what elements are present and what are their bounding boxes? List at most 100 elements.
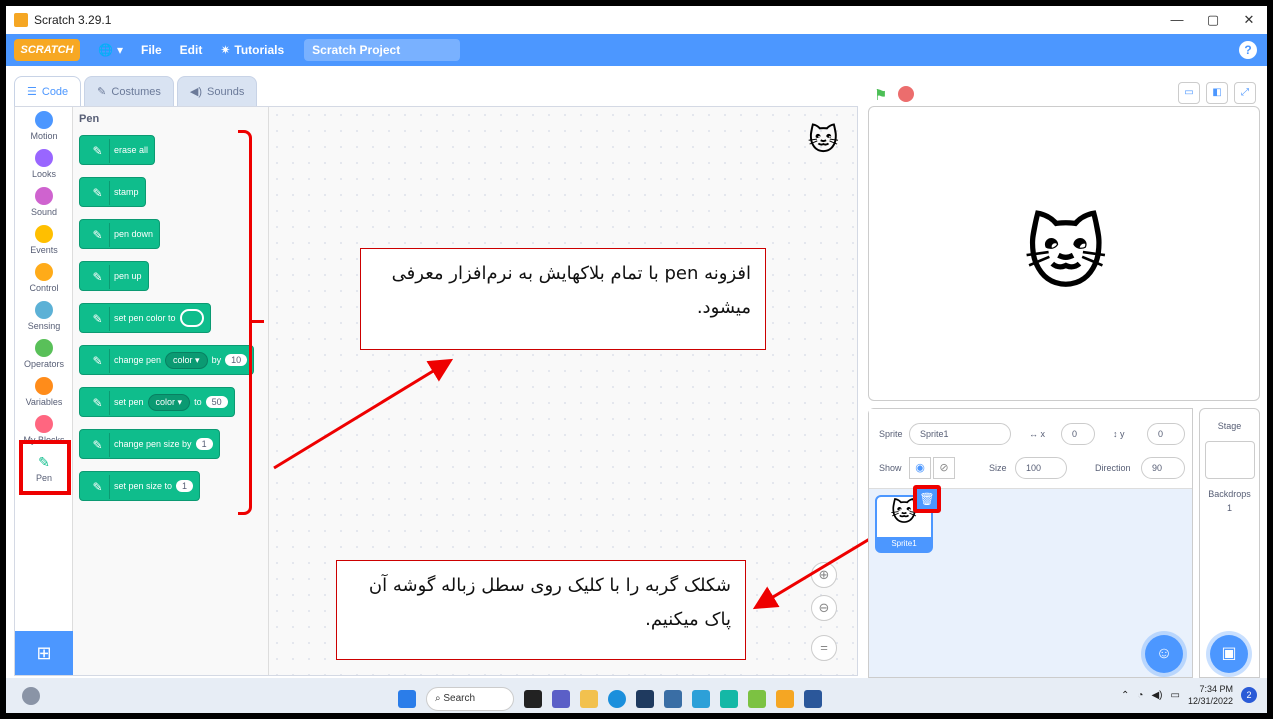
- category-events[interactable]: Events: [15, 221, 73, 259]
- set-pen-size-block[interactable]: ✎ set pen size to 1: [79, 471, 201, 501]
- wifi-icon[interactable]: ◔: [1137, 690, 1143, 701]
- set-pen-param-block[interactable]: ✎ set pen color ▾ to 50: [79, 387, 235, 417]
- block-label: set pen: [114, 397, 144, 407]
- task-view-icon[interactable]: [524, 690, 542, 708]
- tray-chevron-icon[interactable]: ⌃: [1121, 690, 1129, 701]
- sensing-dot: [35, 301, 53, 319]
- category-sensing[interactable]: Sensing: [15, 297, 73, 335]
- weather-icon[interactable]: [22, 687, 40, 705]
- stage-thumbnail[interactable]: [1204, 441, 1255, 479]
- choose-sprite-button[interactable]: ☺: [1145, 635, 1183, 673]
- y-label: ↕ y: [1113, 429, 1125, 439]
- large-stage-button[interactable]: ◧: [1206, 82, 1228, 104]
- scratch-logo[interactable]: SCRATCH: [14, 39, 80, 61]
- fullscreen-icon[interactable]: ⤢: [1234, 82, 1256, 104]
- app-icon-4[interactable]: [748, 690, 766, 708]
- file-menu[interactable]: File: [141, 43, 162, 57]
- y-label-text: y: [1120, 429, 1125, 439]
- delete-sprite-button[interactable]: 🗑: [913, 485, 941, 513]
- pen-down-block[interactable]: ✎ pen down: [79, 219, 161, 249]
- choose-backdrop-button[interactable]: ▣: [1210, 635, 1248, 673]
- volume-icon[interactable]: ◀): [1151, 690, 1162, 701]
- cat-sprite[interactable]: 🐱: [1024, 207, 1107, 300]
- size-field[interactable]: 100: [1015, 457, 1067, 479]
- project-title-input[interactable]: Scratch Project: [304, 39, 461, 61]
- close-button[interactable]: ✕: [1231, 6, 1267, 34]
- direction-field[interactable]: 90: [1141, 457, 1185, 479]
- category-variables[interactable]: Variables: [15, 373, 73, 411]
- param-dropdown[interactable]: color ▾: [147, 393, 191, 411]
- change-pen-param-block[interactable]: ✎ change pen color ▾ by 10: [79, 345, 255, 375]
- app-icon-3[interactable]: [720, 690, 738, 708]
- pen-icon: ✎: [86, 265, 110, 289]
- minimize-button[interactable]: —: [1159, 6, 1195, 34]
- x-field[interactable]: 0: [1061, 423, 1095, 445]
- app-icon-1[interactable]: [664, 690, 682, 708]
- category-looks[interactable]: Looks: [15, 145, 73, 183]
- language-menu[interactable]: 🌐 ▾: [98, 43, 123, 57]
- change-pen-size-block[interactable]: ✎ change pen size by 1: [79, 429, 220, 459]
- scratch-app-icon: [14, 13, 28, 27]
- teams-chat-icon[interactable]: [552, 690, 570, 708]
- tab-sounds-label: Sounds: [207, 85, 245, 98]
- show-visible-icon[interactable]: ◉: [909, 457, 931, 479]
- block-label: pen down: [114, 229, 154, 239]
- category-motion[interactable]: Motion: [15, 107, 73, 145]
- notification-badge[interactable]: 2: [1241, 687, 1257, 703]
- block-label: by: [211, 355, 222, 365]
- stage-header: ⚑ ▭ ◧ ⤢: [868, 82, 1260, 106]
- globe-icon: 🌐: [98, 43, 113, 57]
- value-input[interactable]: 1: [195, 438, 213, 450]
- stage-selector[interactable]: Stage Backdrops 1 ▣: [1199, 408, 1260, 678]
- my-blocks-dot: [35, 415, 53, 433]
- maximize-button[interactable]: ▢: [1195, 6, 1231, 34]
- value-input[interactable]: 50: [205, 396, 228, 408]
- category-label: Looks: [31, 169, 57, 179]
- file-explorer-icon[interactable]: [580, 690, 598, 708]
- value-input[interactable]: 1: [176, 480, 194, 492]
- color-swatch[interactable]: [179, 309, 204, 327]
- edge-browser-icon[interactable]: [608, 690, 626, 708]
- block-label: change pen size by: [114, 439, 192, 449]
- tab-sounds[interactable]: ◀) Sounds: [176, 76, 258, 106]
- windows-start-icon[interactable]: [398, 690, 416, 708]
- tab-costumes[interactable]: ✎ Costumes: [84, 76, 174, 106]
- stamp-block[interactable]: ✎ stamp: [79, 177, 146, 207]
- chevron-down-icon: ▾: [116, 43, 123, 57]
- control-dot: [35, 263, 53, 281]
- tutorials-menu[interactable]: ✷ Tutorials: [220, 43, 284, 57]
- stage-canvas[interactable]: 🐱: [868, 106, 1260, 401]
- store-icon[interactable]: [636, 690, 654, 708]
- add-extension-button[interactable]: ⊞: [15, 631, 73, 675]
- system-tray: ⌃ ◔ ◀) ▭ 7:34 PM 12/31/2022 2: [1121, 683, 1257, 707]
- param-dropdown[interactable]: color ▾: [165, 351, 208, 369]
- small-stage-button[interactable]: ▭: [1178, 82, 1200, 104]
- scratch-taskbar-icon[interactable]: [776, 690, 794, 708]
- tab-code[interactable]: ☰ Code: [14, 76, 82, 106]
- category-control[interactable]: Control: [15, 259, 73, 297]
- stop-icon[interactable]: [898, 86, 914, 102]
- zoom-in-button[interactable]: ⊕: [811, 562, 837, 588]
- annotation-note-top: افزونه pen با تمام بلاکهایش به نرم‌افزار…: [360, 248, 766, 350]
- edit-menu[interactable]: Edit: [180, 43, 203, 57]
- clock[interactable]: 7:34 PM 12/31/2022: [1188, 683, 1233, 707]
- y-field[interactable]: 0: [1147, 423, 1185, 445]
- zoom-out-button[interactable]: ⊖: [811, 595, 837, 621]
- help-icon[interactable]: ?: [1239, 41, 1257, 59]
- battery-icon[interactable]: ▭: [1171, 690, 1180, 701]
- sprite-name-field[interactable]: Sprite1: [909, 423, 1011, 445]
- category-sound[interactable]: Sound: [15, 183, 73, 221]
- category-operators[interactable]: Operators: [15, 335, 73, 373]
- pen-up-block[interactable]: ✎ pen up: [79, 261, 149, 291]
- zoom-reset-button[interactable]: =: [811, 635, 837, 661]
- window-controls: — ▢ ✕: [1159, 6, 1267, 34]
- green-flag-icon[interactable]: ⚑: [874, 86, 890, 104]
- word-icon[interactable]: [804, 690, 822, 708]
- taskbar-search[interactable]: ⌕ Search: [426, 687, 514, 711]
- erase-all-block[interactable]: ✎ erase all: [79, 135, 156, 165]
- set-pen-color-block[interactable]: ✎ set pen color to: [79, 303, 211, 333]
- pen-icon: ✎: [86, 391, 110, 415]
- pen-icon: ✎: [86, 139, 110, 163]
- app-icon-2[interactable]: [692, 690, 710, 708]
- show-hidden-icon[interactable]: ⊘: [933, 457, 955, 479]
